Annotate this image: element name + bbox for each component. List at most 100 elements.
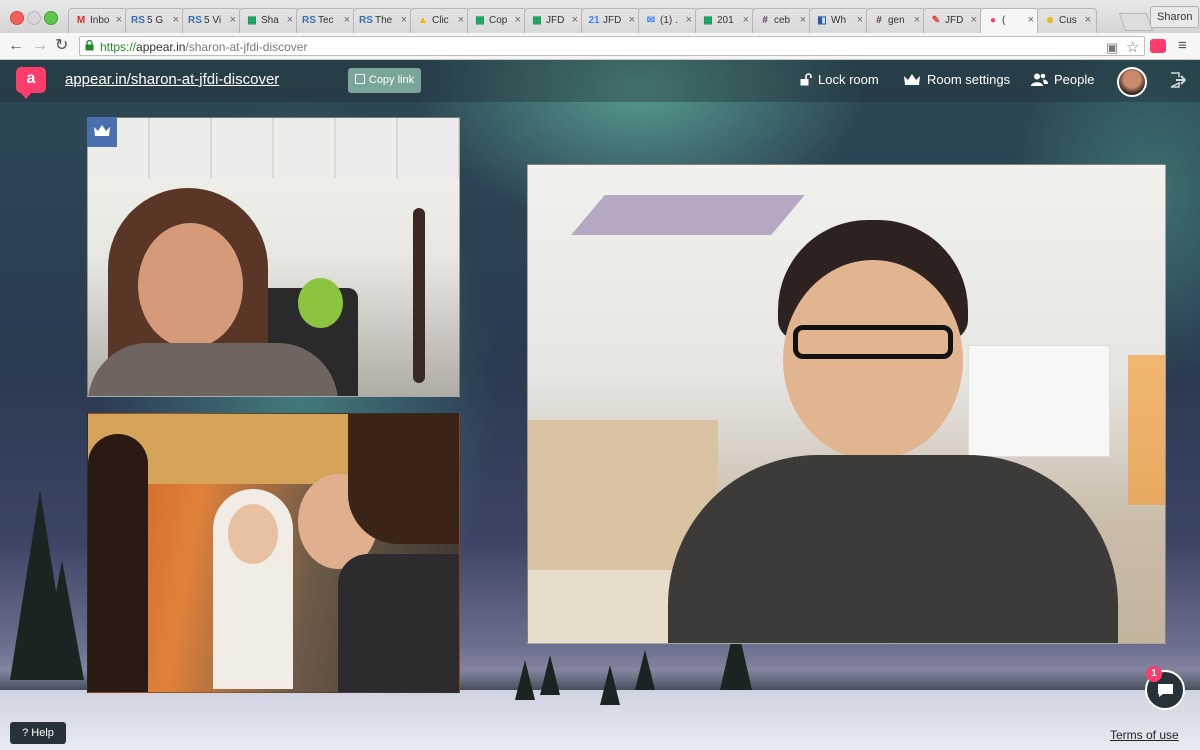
tab-close-icon[interactable]: × [572,14,578,26]
tab-close-icon[interactable]: × [800,14,806,26]
room-link[interactable]: appear.in/sharon-at-jfdi-discover [65,71,279,88]
browser-tab[interactable]: ▲ Clic × [410,8,470,33]
tab-close-icon[interactable]: × [458,14,464,26]
chat-bubble-icon [1158,684,1173,697]
browser-tab[interactable]: ▦ Sha × [239,8,299,33]
browser-tab[interactable]: ▦ 201 × [695,8,755,33]
rs-icon: RS [359,15,373,26]
rs-icon: RS [131,15,145,26]
wh-icon: ◧ [817,15,827,26]
appear-in-logo[interactable]: a [16,67,46,99]
video-tile-participant-2[interactable] [87,413,460,693]
tab-close-icon[interactable]: × [629,14,635,26]
browser-tab[interactable]: # gen × [866,8,926,33]
drive-icon: ▲ [418,15,428,26]
video-tile-participant-1[interactable] [87,117,460,397]
browser-tab[interactable]: ✎ JFD × [923,8,983,33]
browser-tab[interactable]: 21 JFD × [581,8,641,33]
tab-title: JFD [603,15,622,26]
browser-tab[interactable]: ▦ JFD × [524,8,584,33]
browser-toolbar: ← → ↻ https://appear.in/sharon-at-jfdi-d… [0,33,1200,60]
tab-close-icon[interactable]: × [515,14,521,26]
browser-tab[interactable]: ● (× [980,8,1040,33]
unread-badge: 1 [1146,666,1162,682]
tab-title: JFD [945,15,964,26]
tab-close-icon[interactable]: × [230,14,236,26]
browser-tab[interactable]: RS 5 Vi × [182,8,242,33]
address-bar[interactable]: https://appear.in/sharon-at-jfdi-discove… [79,36,1145,56]
pen-icon: ✎ [931,15,941,26]
crown-icon [904,74,920,85]
browser-tab[interactable]: # ceb × [752,8,812,33]
tab-close-icon[interactable]: × [401,14,407,26]
pine-tree [600,665,620,705]
tab-title: Sha [261,15,279,26]
window-zoom-button[interactable] [44,11,58,25]
sheets-icon: ▦ [247,15,257,26]
crown-icon [94,125,110,136]
calendar-icon: 21 [588,15,600,26]
sheets-icon: ▦ [703,15,713,26]
tab-title: The [375,15,393,26]
slack-icon: # [876,15,882,26]
tab-title: gen [888,15,905,26]
video-tile-participant-3[interactable] [527,164,1166,644]
lock-icon [85,40,94,51]
tab-title: JFD [546,15,565,26]
browser-tab[interactable]: ▦ Cop × [467,8,527,33]
menu-icon[interactable]: ≡ [1178,36,1187,56]
tab-close-icon[interactable]: × [686,14,692,26]
tab-close-icon[interactable]: × [914,14,920,26]
tab-close-icon[interactable]: × [287,14,293,26]
back-icon[interactable]: ← [8,36,24,56]
tab-title: Tec [318,15,334,26]
window-minimize-button[interactable] [27,11,41,25]
new-tab-button[interactable] [1118,13,1154,31]
browser-tab[interactable]: ◧ Wh × [809,8,869,33]
browser-tab[interactable]: RS The × [353,8,413,33]
pine-tree [40,560,84,680]
tab-close-icon[interactable]: × [344,14,350,26]
tab-close-icon[interactable]: × [971,14,977,26]
window-close-button[interactable] [10,11,24,25]
people-icon [1031,73,1048,86]
tab-close-icon[interactable]: × [116,14,122,26]
unlock-icon [800,73,812,86]
forward-icon[interactable]: → [32,36,48,56]
terms-of-use-link[interactable]: Terms of use [1110,728,1179,742]
copy-link-button[interactable]: Copy link [348,68,421,93]
room-owner-badge [87,117,117,147]
browser-tab[interactable]: ✉ (1) . × [638,8,698,33]
smiley-icon: ☻ [1044,15,1056,26]
browser-tab[interactable]: RS 5 G × [125,8,185,33]
lock-room-button[interactable]: Lock room [800,72,879,87]
browser-tab[interactable]: M Inbo × [68,8,128,33]
camera-indicator-icon[interactable]: ▣ [1106,40,1118,56]
profile-button[interactable]: Sharon [1150,6,1200,28]
leave-room-icon[interactable] [1170,72,1186,88]
tab-title: 5 Vi [204,15,222,26]
tab-close-icon[interactable]: × [743,14,749,26]
tab-title: Clic [432,15,449,26]
bookmark-star-icon[interactable]: ☆ [1126,38,1139,56]
tab-close-icon[interactable]: × [857,14,863,26]
appear-extension-icon[interactable] [1150,39,1166,53]
user-avatar[interactable] [1117,67,1147,97]
browser-tab[interactable]: RS Tec × [296,8,356,33]
room-settings-button[interactable]: Room settings [903,72,1010,87]
browser-tab[interactable]: ☻ Cus × [1037,8,1097,33]
url-text: https://appear.in/sharon-at-jfdi-discove… [100,40,308,54]
tab-title: Wh [831,15,846,26]
help-button[interactable]: ? Help [10,722,66,744]
tab-close-icon[interactable]: × [1028,14,1034,26]
tab-title: 201 [717,15,734,26]
people-button[interactable]: People [1031,72,1094,87]
appear-icon: ● [989,15,997,26]
tab-title: Cus [1059,15,1077,26]
tab-close-icon[interactable]: × [1085,14,1091,26]
sheets-icon: ▦ [532,15,542,26]
copy-icon [354,74,365,84]
tab-title: Cop [489,15,508,26]
tab-close-icon[interactable]: × [173,14,179,26]
reload-icon[interactable]: ↻ [55,36,68,56]
